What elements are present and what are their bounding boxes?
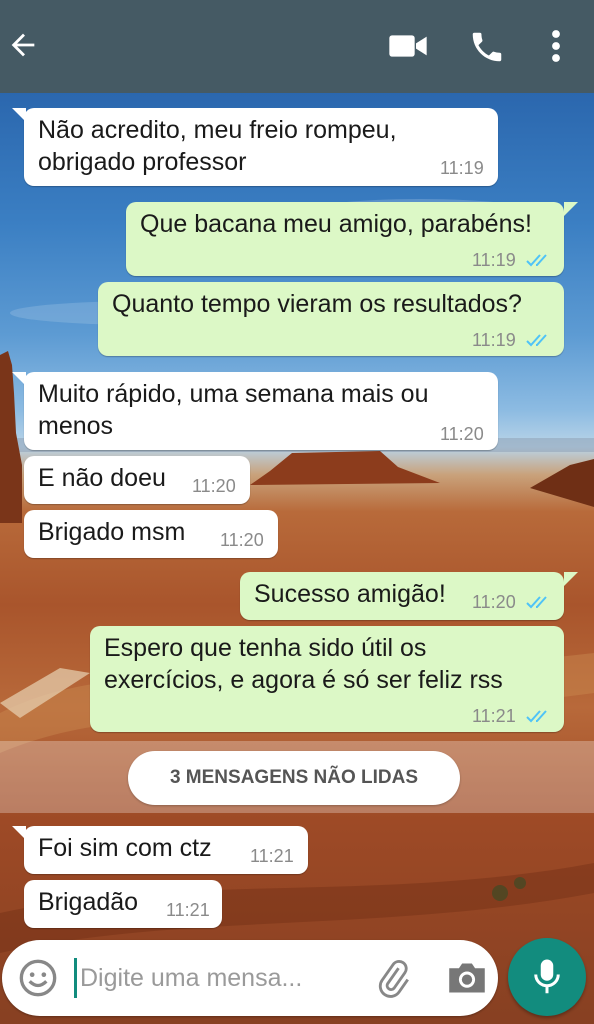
voice-record-button[interactable] [508, 938, 586, 1016]
message-text: Não acredito, meu freio rompeu, obrigado… [38, 114, 397, 178]
chat-header [0, 0, 594, 93]
unread-messages-badge: 3 MENSAGENS NÃO LIDAS [128, 751, 460, 805]
message-bubble-incoming[interactable]: Brigadão 11:21 [24, 880, 222, 928]
text-cursor [74, 958, 77, 998]
message-composer [2, 940, 498, 1016]
message-time: 11:20 [472, 592, 516, 612]
message-bubble-outgoing[interactable]: Que bacana meu amigo, parabéns! 11:19 [126, 202, 564, 276]
message-line: menos [38, 412, 114, 440]
double-check-icon [526, 710, 547, 723]
message-time: 11:21 [472, 706, 516, 726]
microphone-icon [534, 959, 560, 994]
message-text: Foi sim com ctz [38, 834, 212, 862]
message-line: Muito rápido, uma semana mais ou [38, 380, 429, 408]
phone-icon[interactable] [468, 28, 506, 66]
message-bubble-incoming[interactable]: Brigado msm 11:20 [24, 510, 278, 558]
message-text: Muito rápido, uma semana mais ou menos [38, 378, 428, 442]
message-bubble-incoming[interactable]: Não acredito, meu freio rompeu, obrigado… [24, 108, 498, 186]
message-time: 11:20 [440, 424, 484, 444]
message-time: 11:19 [472, 250, 516, 270]
message-text: Que bacana meu amigo, parabéns! [140, 210, 532, 238]
message-time: 11:19 [472, 330, 516, 350]
camera-icon[interactable] [446, 960, 488, 996]
message-time: 11:20 [192, 476, 236, 496]
bubble-tail [564, 202, 578, 216]
message-time: 11:21 [250, 846, 294, 866]
double-check-icon [526, 334, 547, 347]
message-bubble-incoming[interactable]: Foi sim com ctz 11:21 [24, 826, 308, 874]
message-time: 11:19 [440, 158, 484, 178]
message-bubble-incoming[interactable]: Muito rápido, uma semana mais ou menos 1… [24, 372, 498, 450]
paperclip-icon[interactable] [374, 958, 412, 998]
message-line: exercícios, e agora é só ser feliz rss [104, 666, 503, 694]
bubble-tail [564, 572, 578, 586]
message-text: Brigado msm [38, 518, 186, 546]
message-text: E não doeu [38, 464, 166, 492]
message-bubble-outgoing[interactable]: Espero que tenha sido útil os exercícios… [90, 626, 564, 732]
video-camera-icon[interactable] [388, 30, 428, 62]
message-text: Espero que tenha sido útil os exercícios… [104, 632, 503, 696]
message-line: Não acredito, meu freio rompeu, [38, 116, 397, 144]
message-time: 11:20 [220, 530, 264, 550]
bubble-tail [12, 826, 26, 840]
message-time: 11:21 [166, 900, 210, 920]
message-line: Espero que tenha sido útil os [104, 634, 427, 662]
bubble-tail [12, 108, 26, 122]
message-text: Brigadão [38, 888, 139, 916]
double-check-icon [526, 596, 547, 609]
message-bubble-outgoing[interactable]: Sucesso amigão! 11:20 [240, 572, 564, 620]
more-vertical-icon[interactable] [544, 28, 568, 64]
double-check-icon [526, 254, 547, 267]
bubble-tail [12, 372, 26, 386]
message-input[interactable] [80, 954, 350, 1002]
message-line: obrigado professor [38, 148, 247, 176]
arrow-left-icon[interactable] [6, 28, 40, 62]
emoji-icon[interactable] [18, 958, 58, 998]
message-text: Quanto tempo vieram os resultados? [112, 290, 522, 318]
message-text: Sucesso amigão! [254, 580, 446, 608]
message-bubble-outgoing[interactable]: Quanto tempo vieram os resultados? 11:19 [98, 282, 564, 356]
message-bubble-incoming[interactable]: E não doeu 11:20 [24, 456, 250, 504]
